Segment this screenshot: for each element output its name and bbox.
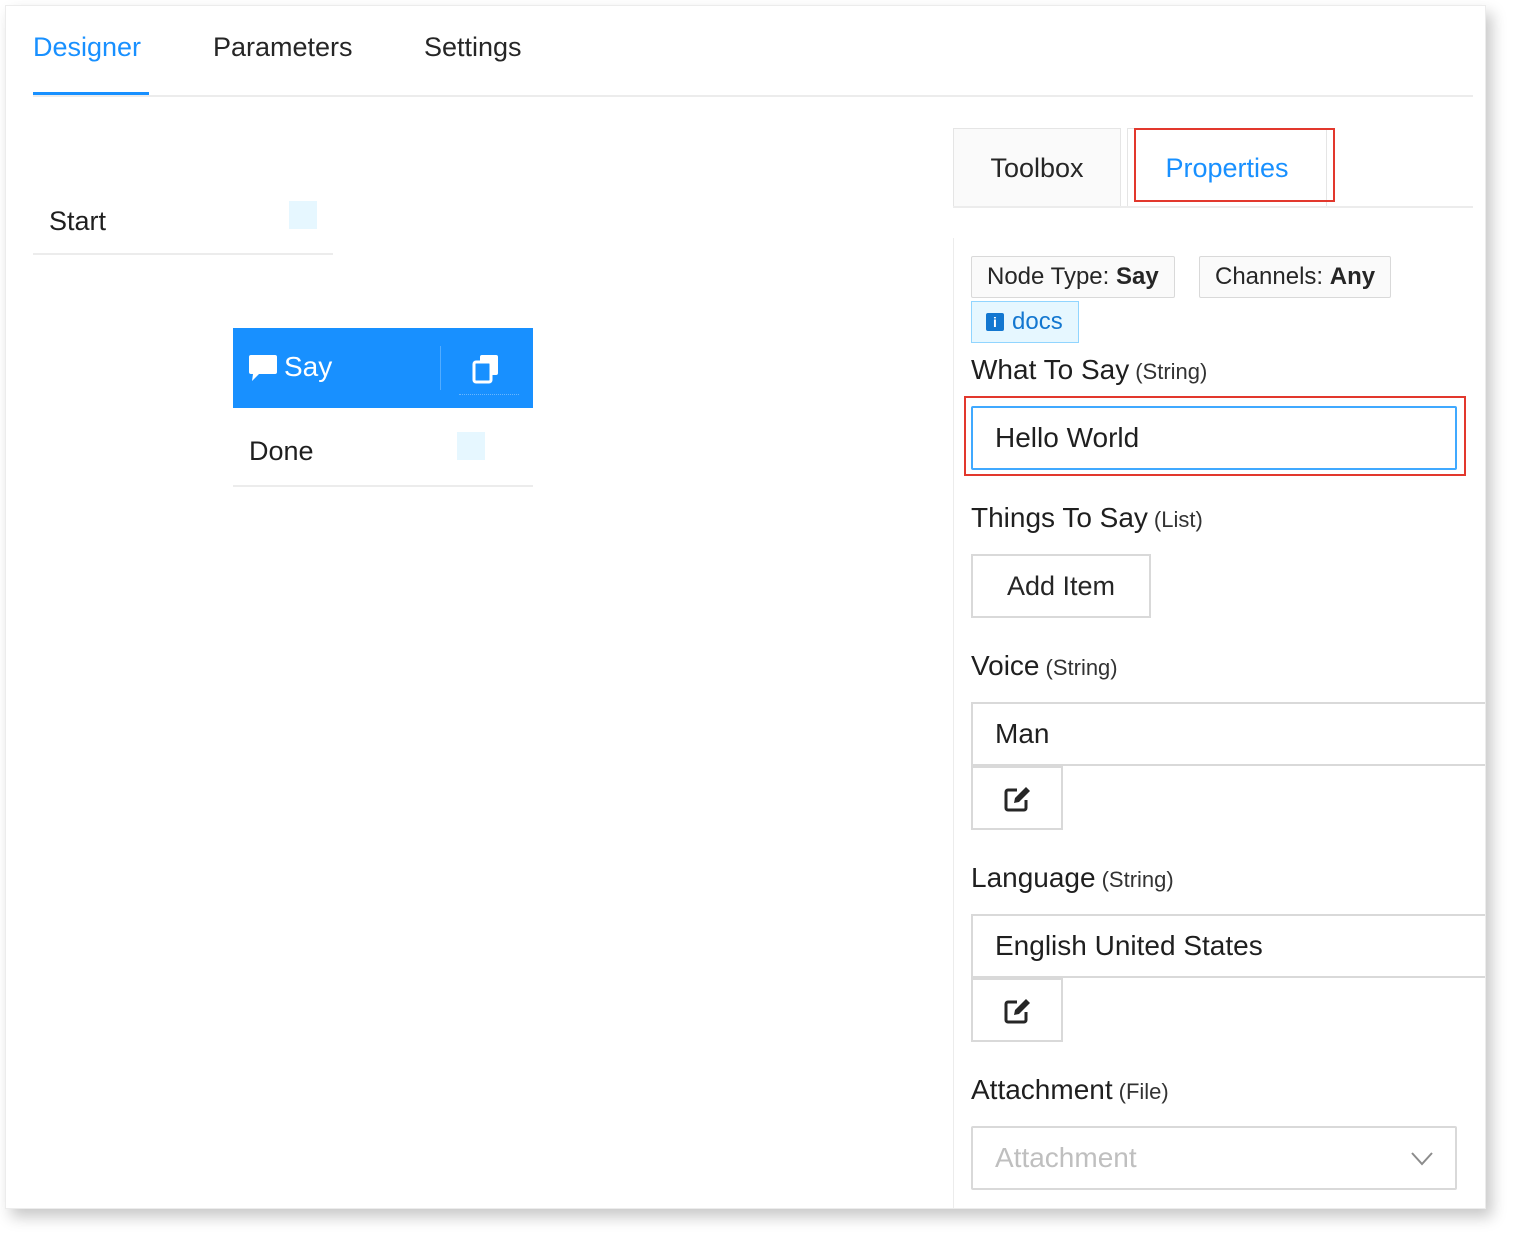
attachment-type: (File) <box>1118 1079 1169 1104</box>
attachment-select[interactable]: Attachment <box>971 1126 1457 1190</box>
edit-icon <box>1004 999 1030 1024</box>
what-to-say-highlight <box>964 396 1466 476</box>
info-icon: i <box>986 313 1004 331</box>
voice-edit-button[interactable] <box>971 766 1063 830</box>
say-node-divider <box>440 346 441 390</box>
channels-tag: Channels: Any <box>1199 256 1392 298</box>
top-tab-bar: Designer Parameters Settings <box>33 6 1473 97</box>
done-node-connector[interactable] <box>457 432 485 460</box>
voice-type: (String) <box>1045 655 1118 680</box>
language-label: Language (String) <box>971 862 1174 894</box>
language-type: (String) <box>1101 867 1174 892</box>
done-node-label: Done <box>249 436 314 466</box>
speech-bubble-icon <box>249 355 277 381</box>
properties-tab-highlight <box>1134 128 1335 202</box>
attachment-label: Attachment (File) <box>971 1074 1169 1106</box>
language-label-text: Language <box>971 862 1096 893</box>
start-node[interactable]: Start <box>33 193 333 255</box>
edit-icon <box>1004 787 1030 812</box>
start-node-label: Start <box>49 206 107 236</box>
attachment-placeholder: Attachment <box>995 1142 1137 1173</box>
add-item-button[interactable]: Add Item <box>971 554 1151 618</box>
node-type-value: Say <box>1115 263 1159 290</box>
things-to-say-label: Things To Say (List) <box>971 502 1203 534</box>
channels-key: Channels: <box>1215 263 1324 290</box>
start-node-connector[interactable] <box>289 201 317 229</box>
docs-label: docs <box>1012 308 1063 335</box>
say-node[interactable]: Say <box>233 328 533 408</box>
voice-label: Voice (String) <box>971 650 1118 682</box>
designer-window: Designer Parameters Settings Start Say D… <box>5 5 1486 1209</box>
tab-settings[interactable]: Settings <box>424 32 522 63</box>
say-node-label: Say <box>284 351 333 382</box>
voice-input[interactable]: Man <box>971 702 1485 766</box>
language-edit-button[interactable] <box>971 978 1063 1042</box>
node-type-key: Node Type: <box>987 263 1110 290</box>
tab-parameters[interactable]: Parameters <box>213 32 353 63</box>
docs-link[interactable]: i docs <box>971 301 1079 343</box>
active-tab-indicator <box>33 92 149 95</box>
language-input[interactable]: English United States <box>971 914 1485 978</box>
done-node[interactable]: Done <box>233 425 533 487</box>
copy-icon[interactable] <box>471 353 503 385</box>
things-to-say-label-text: Things To Say <box>971 502 1148 533</box>
what-to-say-label-text: What To Say <box>971 354 1130 385</box>
tab-designer[interactable]: Designer <box>33 32 141 63</box>
copy-underline <box>459 394 519 395</box>
what-to-say-type: (String) <box>1135 359 1208 384</box>
chevron-down-icon <box>1411 1152 1433 1166</box>
tab-toolbox[interactable]: Toolbox <box>953 128 1121 206</box>
attachment-label-text: Attachment <box>971 1074 1113 1105</box>
node-type-tag: Node Type: Say <box>971 256 1175 298</box>
channels-value: Any <box>1329 263 1376 290</box>
things-to-say-type: (List) <box>1153 507 1203 532</box>
voice-label-text: Voice <box>971 650 1040 681</box>
properties-panel: Node Type: Say Channels: Any i docs What … <box>953 238 1485 1208</box>
what-to-say-label: What To Say (String) <box>971 354 1207 386</box>
